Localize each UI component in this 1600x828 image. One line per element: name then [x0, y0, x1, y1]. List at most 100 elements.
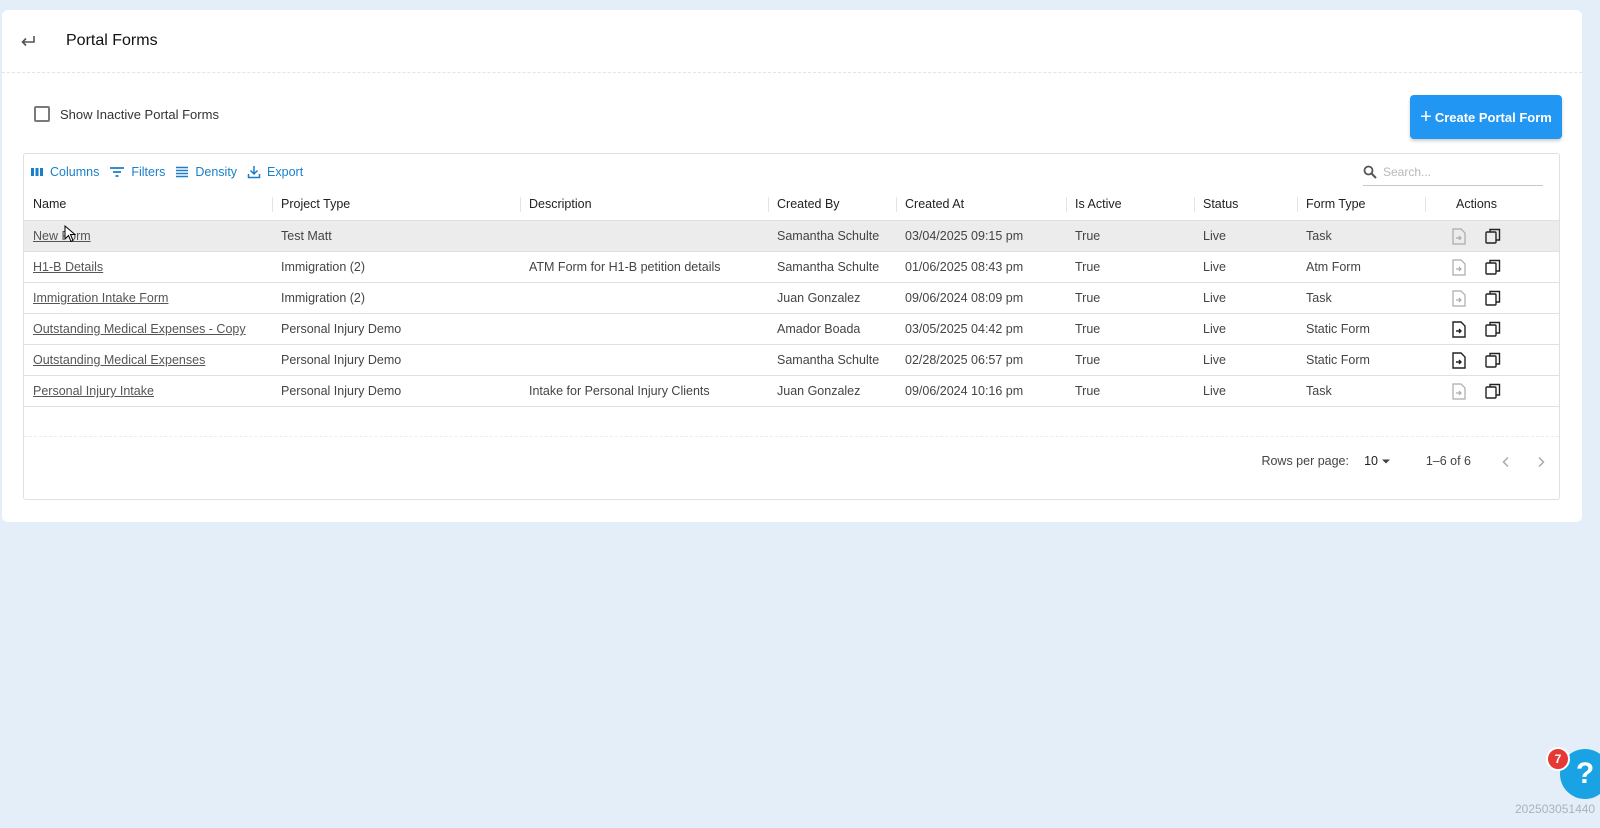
project-type-cell: Immigration (2) [281, 260, 366, 274]
file-export-icon[interactable] [1450, 320, 1468, 338]
grid-divider [24, 436, 1559, 437]
filter-icon [110, 167, 125, 177]
table-row[interactable]: Personal Injury Intake Personal Injury D… [24, 376, 1559, 407]
description-cell: Intake for Personal Injury Clients [529, 384, 710, 398]
created-at-cell: 03/04/2025 09:15 pm [905, 229, 1024, 243]
is-active-cell: True [1075, 229, 1101, 243]
create-portal-form-button[interactable]: + Create Portal Form [1410, 95, 1562, 139]
created-at-cell: 02/28/2025 06:57 pm [905, 353, 1024, 367]
column-separator[interactable] [1297, 197, 1298, 212]
filters-button[interactable]: Filters [109, 165, 165, 179]
is-active-cell: True [1075, 291, 1101, 305]
created-at-cell: 09/06/2024 08:09 pm [905, 291, 1024, 305]
is-active-cell: True [1075, 260, 1101, 274]
col-header-actions: Actions [1456, 197, 1497, 211]
col-header-description[interactable]: Description [529, 187, 592, 221]
status-cell: Live [1203, 322, 1226, 336]
column-separator[interactable] [896, 197, 897, 212]
col-header-form-type[interactable]: Form Type [1306, 187, 1366, 221]
table-row[interactable]: Outstanding Medical Expenses - Copy Pers… [24, 314, 1559, 345]
column-separator[interactable] [272, 197, 273, 212]
grid-toolbar: Columns Filters Density Export [30, 160, 313, 184]
density-button[interactable]: Density [175, 165, 237, 179]
column-separator[interactable] [768, 197, 769, 212]
status-cell: Live [1203, 384, 1226, 398]
page-title: Portal Forms [66, 32, 158, 49]
file-export-icon[interactable] [1450, 289, 1468, 307]
form-name-link[interactable]: Immigration Intake Form [33, 283, 168, 313]
columns-label: Columns [50, 165, 100, 179]
form-name-link[interactable]: H1-B Details [33, 252, 103, 282]
copy-icon[interactable] [1484, 258, 1502, 276]
copy-icon[interactable] [1484, 227, 1502, 245]
created-by-cell: Juan Gonzalez [777, 384, 861, 398]
notification-badge: 7 [1546, 747, 1570, 771]
project-type-cell: Personal Injury Demo [281, 353, 402, 367]
project-type-cell: Personal Injury Demo [281, 384, 402, 398]
status-cell: Live [1203, 291, 1226, 305]
mouse-cursor-icon [64, 225, 76, 243]
columns-icon [31, 168, 43, 176]
rows-per-page-value: 10 [1364, 454, 1378, 468]
grid-rows: New Form Test Matt Samantha Schulte 03/0… [24, 221, 1559, 407]
form-type-cell: Task [1306, 384, 1332, 398]
density-icon [176, 166, 189, 178]
copy-icon[interactable] [1484, 289, 1502, 307]
search-icon [1363, 165, 1377, 179]
rows-per-page-select[interactable]: 10 [1364, 454, 1394, 468]
show-inactive-checkbox[interactable] [34, 106, 50, 122]
file-export-icon[interactable] [1450, 258, 1468, 276]
table-row[interactable]: Outstanding Medical Expenses Personal In… [24, 345, 1559, 376]
col-header-project-type[interactable]: Project Type [281, 187, 350, 221]
caret-down-icon [1382, 459, 1390, 464]
file-export-icon[interactable] [1450, 227, 1468, 245]
next-page-button[interactable] [1531, 452, 1551, 472]
project-type-cell: Personal Injury Demo [281, 322, 402, 336]
column-separator[interactable] [520, 197, 521, 212]
show-inactive-toggle[interactable]: Show Inactive Portal Forms [34, 106, 219, 122]
column-separator[interactable] [1425, 197, 1426, 212]
copy-icon[interactable] [1484, 320, 1502, 338]
status-cell: Live [1203, 353, 1226, 367]
export-button[interactable]: Export [247, 165, 303, 179]
project-type-cell: Immigration (2) [281, 291, 366, 305]
col-header-created-by[interactable]: Created By [777, 187, 840, 221]
col-header-name[interactable]: Name [33, 187, 66, 221]
status-cell: Live [1203, 229, 1226, 243]
portal-forms-grid: Columns Filters Density Export Name Proj… [23, 153, 1560, 500]
table-row[interactable]: Immigration Intake Form Immigration (2) … [24, 283, 1559, 314]
is-active-cell: True [1075, 384, 1101, 398]
status-cell: Live [1203, 260, 1226, 274]
form-name-link[interactable]: New Form [33, 221, 91, 251]
form-name-link[interactable]: Personal Injury Intake [33, 376, 154, 406]
download-icon [247, 166, 261, 179]
form-name-link[interactable]: Outstanding Medical Expenses [33, 345, 205, 375]
chevron-left-icon [1502, 456, 1509, 468]
col-header-created-at[interactable]: Created At [905, 187, 964, 221]
created-by-cell: Samantha Schulte [777, 260, 880, 274]
column-separator[interactable] [1194, 197, 1195, 212]
is-active-cell: True [1075, 322, 1101, 336]
col-header-status[interactable]: Status [1203, 187, 1238, 221]
file-export-icon[interactable] [1450, 382, 1468, 400]
table-row[interactable]: New Form Test Matt Samantha Schulte 03/0… [24, 221, 1559, 252]
plus-icon: + [1420, 106, 1432, 128]
table-row[interactable]: H1-B Details Immigration (2) ATM Form fo… [24, 252, 1559, 283]
created-by-cell: Juan Gonzalez [777, 291, 861, 305]
chevron-right-icon [1538, 456, 1545, 468]
col-header-is-active[interactable]: Is Active [1075, 187, 1122, 221]
search-input[interactable] [1383, 164, 1523, 179]
copy-icon[interactable] [1484, 351, 1502, 369]
column-separator[interactable] [1066, 197, 1067, 212]
created-by-cell: Samantha Schulte [777, 229, 880, 243]
form-type-cell: Static Form [1306, 322, 1370, 336]
filters-label: Filters [131, 165, 166, 179]
copy-icon[interactable] [1484, 382, 1502, 400]
created-at-cell: 01/06/2025 08:43 pm [905, 260, 1024, 274]
form-name-link[interactable]: Outstanding Medical Expenses - Copy [33, 314, 246, 344]
help-widget: ? 7 [1546, 743, 1600, 807]
columns-button[interactable]: Columns [30, 165, 99, 179]
previous-page-button[interactable] [1496, 452, 1516, 472]
back-arrow-icon[interactable] [18, 31, 38, 51]
file-export-icon[interactable] [1450, 351, 1468, 369]
